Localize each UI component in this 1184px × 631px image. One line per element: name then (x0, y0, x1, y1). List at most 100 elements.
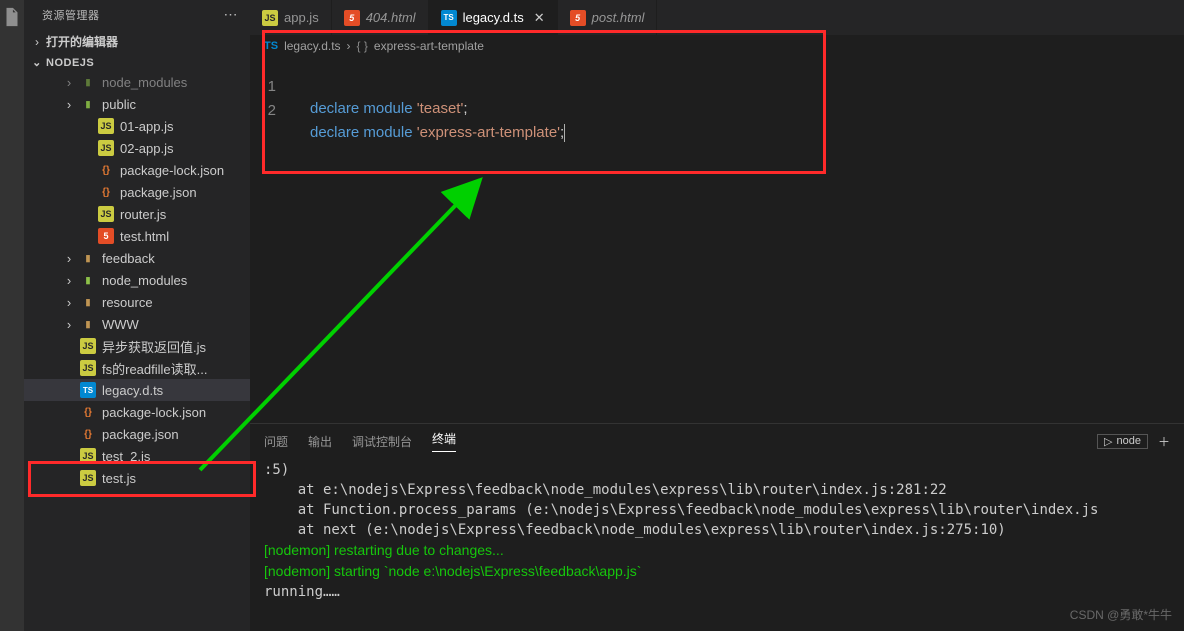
tree-item-label: 异步获取返回值.js (102, 337, 206, 356)
tree-item[interactable]: › ▮ feedback (24, 247, 250, 269)
tree-item[interactable]: 5 test.html (24, 225, 250, 247)
js-icon: JS (98, 118, 114, 134)
chevron-down-icon: ⌄ (32, 56, 42, 69)
fold-icon: ▮ (80, 294, 96, 310)
tree-item[interactable]: JS 01-app.js (24, 115, 250, 137)
sidebar: 资源管理器 ⋯ › 打开的编辑器 ⌄ NODEJS › ▮ node_modules… (24, 0, 250, 631)
tree-item-label: test.js (102, 471, 136, 486)
tree-item-label: package-lock.json (120, 163, 224, 178)
fold-icon: ▮ (80, 250, 96, 266)
tree-item-label: router.js (120, 207, 166, 222)
html-icon: 5 (570, 10, 586, 26)
tree-item-label: public (102, 97, 136, 112)
tree-item-label: package-lock.json (102, 405, 206, 420)
close-icon[interactable]: ✕ (534, 10, 545, 26)
js-icon: JS (98, 140, 114, 156)
js-icon: JS (98, 206, 114, 222)
tree-item[interactable]: {} package.json (24, 181, 250, 203)
terminal-output[interactable]: :5) at e:\nodejs\Express\feedback\node_m… (250, 452, 1184, 631)
tab-label: 404.html (366, 10, 416, 25)
tree-item[interactable]: {} package-lock.json (24, 159, 250, 181)
editor-tab[interactable]: TS legacy.d.ts ✕ (429, 0, 558, 35)
tree-item[interactable]: JS router.js (24, 203, 250, 225)
project-section[interactable]: ⌄ NODEJS (24, 52, 250, 71)
tree-item-label: legacy.d.ts (102, 383, 163, 398)
bottom-panel: 问题 输出 调试控制台 终端 ▷node ＋ :5) at e:\nodejs\… (250, 423, 1184, 631)
json-icon: {} (98, 162, 114, 178)
json-icon: {} (80, 426, 96, 442)
tree-item-label: feedback (102, 251, 155, 266)
editor-tab[interactable]: JS app.js (250, 0, 332, 35)
file-tree: › ▮ node_modules › ▮ public JS 01-app.js JS 02-ap… (24, 71, 250, 631)
tree-item-label: package.json (120, 185, 197, 200)
chevron-icon: › (64, 251, 74, 266)
line-gutter: 12 (250, 35, 290, 123)
tree-item[interactable]: JS 02-app.js (24, 137, 250, 159)
plus-icon[interactable]: ＋ (1158, 433, 1170, 450)
chevron-icon: › (64, 317, 74, 332)
js-icon: JS (80, 470, 96, 486)
tree-item[interactable]: TS legacy.d.ts (24, 379, 250, 401)
tab-label: legacy.d.ts (463, 10, 524, 25)
js-icon: JS (80, 338, 96, 354)
chevron-icon: › (64, 97, 74, 112)
tree-item[interactable]: › ▮ resource (24, 291, 250, 313)
tab-label: app.js (284, 10, 319, 25)
tree-item[interactable]: ›▮node_modules (24, 71, 250, 93)
js-icon: JS (80, 360, 96, 376)
html-icon: 5 (344, 10, 360, 26)
editor-tab[interactable]: 5 post.html (558, 0, 658, 35)
tab-label: post.html (592, 10, 645, 25)
tree-item-label: test.html (120, 229, 169, 244)
panel-tabs: 问题 输出 调试控制台 终端 ▷node ＋ (250, 424, 1184, 452)
code-content[interactable]: declare module 'teaset'; declare module … (250, 57, 1184, 145)
editor-tab[interactable]: 5 404.html (332, 0, 429, 35)
tree-item-label: 01-app.js (120, 119, 173, 134)
js-icon: JS (80, 448, 96, 464)
html-icon: 5 (98, 228, 114, 244)
json-icon: {} (98, 184, 114, 200)
tree-item[interactable]: JS test.js (24, 467, 250, 489)
nm-icon: ▮ (80, 272, 96, 288)
watermark: CSDN @勇敢*牛牛 (1070, 606, 1172, 623)
tree-item[interactable]: JS 异步获取返回值.js (24, 335, 250, 357)
tree-item-label: resource (102, 295, 153, 310)
breadcrumb[interactable]: TS legacy.d.ts › { } express-art-templat… (250, 35, 1184, 57)
tab-output[interactable]: 输出 (308, 433, 332, 450)
chevron-right-icon: › (32, 35, 42, 49)
tree-item[interactable]: › ▮ WWW (24, 313, 250, 335)
nm-icon: ▮ (80, 74, 96, 90)
files-icon[interactable] (1, 6, 23, 28)
tree-item-label: WWW (102, 317, 139, 332)
tab-debug[interactable]: 调试控制台 (352, 433, 412, 450)
tree-item[interactable]: JS fs的readfille读取... (24, 357, 250, 379)
tab-bar: JS app.js 5 404.html TS legacy.d.ts ✕ 5 post.htm… (250, 0, 1184, 35)
ts-icon: TS (80, 382, 96, 398)
code-editor[interactable]: TS legacy.d.ts › { } express-art-templat… (250, 35, 1184, 423)
ts-icon: TS (441, 10, 457, 26)
chevron-icon: › (64, 273, 74, 288)
js-icon: JS (262, 10, 278, 26)
tree-item-label: node_modules (102, 75, 187, 90)
editor-area: JS app.js 5 404.html TS legacy.d.ts ✕ 5 post.htm… (250, 0, 1184, 631)
tree-item-label: fs的readfille读取... (102, 359, 207, 378)
tree-item-label: 02-app.js (120, 141, 173, 156)
tab-terminal[interactable]: 终端 (432, 430, 456, 452)
tree-item[interactable]: JStest_2.js (24, 445, 250, 467)
terminal-profile[interactable]: ▷node (1097, 434, 1148, 449)
opened-editors-section[interactable]: › 打开的编辑器 (24, 29, 250, 52)
tree-item[interactable]: {} package-lock.json (24, 401, 250, 423)
chevron-icon: › (64, 295, 74, 310)
activity-bar (0, 0, 24, 631)
tree-item[interactable]: › ▮ public (24, 93, 250, 115)
tree-item[interactable]: › ▮ node_modules (24, 269, 250, 291)
tree-item-label: node_modules (102, 273, 187, 288)
tree-item[interactable]: {} package.json (24, 423, 250, 445)
json-icon: {} (80, 404, 96, 420)
tab-problems[interactable]: 问题 (264, 433, 288, 450)
more-icon[interactable]: ⋯ (224, 6, 239, 23)
fold-icon: ▮ (80, 316, 96, 332)
tree-item-label: package.json (102, 427, 179, 442)
fold-g-icon: ▮ (80, 96, 96, 112)
sidebar-title: 资源管理器 (42, 7, 100, 23)
